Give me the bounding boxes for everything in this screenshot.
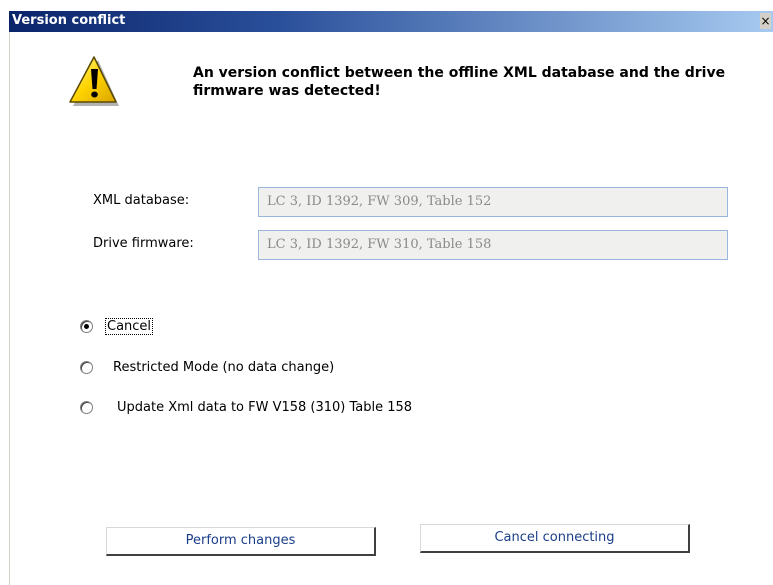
warning-icon — [69, 56, 119, 106]
xml-database-field[interactable]: LC 3, ID 1392, FW 309, Table 152 — [258, 187, 728, 217]
option-cancel-label: Cancel — [104, 317, 154, 335]
radio-button-restricted-mode[interactable] — [80, 360, 93, 374]
option-update-xml[interactable]: Update Xml data to FW V158 (310) Table 1… — [80, 397, 412, 417]
conflict-message: An version conflict between the offline … — [193, 65, 726, 99]
drive-firmware-field[interactable]: LC 3, ID 1392, FW 310, Table 158 — [258, 230, 728, 260]
window-title: Version conflict — [12, 13, 126, 28]
radio-button-update-xml[interactable] — [80, 400, 93, 414]
radio-button-cancel[interactable] — [80, 319, 93, 333]
xml-database-label: XML database: — [93, 193, 190, 208]
dialog-body — [9, 32, 773, 585]
drive-firmware-label: Drive firmware: — [93, 236, 194, 251]
option-update-xml-label: Update Xml data to FW V158 (310) Table 1… — [117, 399, 413, 415]
option-restricted-mode[interactable]: Restricted Mode (no data change) — [80, 357, 334, 377]
close-icon[interactable]: × — [760, 13, 771, 29]
option-cancel[interactable]: Cancel — [80, 316, 154, 336]
perform-changes-button[interactable]: Perform changes — [106, 527, 376, 556]
cancel-connecting-button[interactable]: Cancel connecting — [420, 524, 690, 553]
title-bar: Version conflict × — [9, 11, 773, 32]
option-restricted-mode-label: Restricted Mode (no data change) — [113, 359, 335, 375]
